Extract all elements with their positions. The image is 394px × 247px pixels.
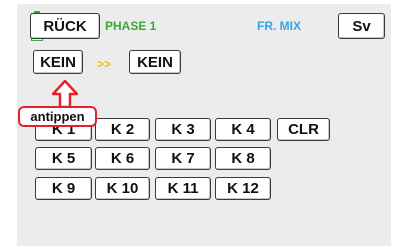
phase-label: PHASE 1 [105,19,157,33]
tap-hint-callout: antippen [18,106,97,127]
channel-button-k5[interactable]: K 5 [35,147,92,170]
mix-from-button[interactable]: KEIN [33,50,83,74]
channel-button-k9[interactable]: K 9 [35,177,92,200]
save-button[interactable]: Sv [338,13,385,39]
clear-button[interactable]: CLR [277,118,330,141]
channel-button-k8[interactable]: K 8 [215,147,271,170]
channel-button-k12[interactable]: K 12 [215,177,271,200]
channel-button-k7[interactable]: K 7 [155,147,211,170]
channel-button-k4[interactable]: K 4 [215,118,271,141]
mix-to-button[interactable]: KEIN [129,50,181,74]
channel-button-k10[interactable]: K 10 [95,177,150,200]
back-button[interactable]: RÜCK [30,13,100,39]
channel-button-k3[interactable]: K 3 [155,118,211,141]
arrow-up-icon [52,80,78,108]
channel-button-k2[interactable]: K 2 [95,118,150,141]
channel-button-k11[interactable]: K 11 [155,177,211,200]
mix-arrow: >> [97,57,112,71]
channel-button-k6[interactable]: K 6 [95,147,150,170]
mix-title: FR. MIX [257,19,301,33]
